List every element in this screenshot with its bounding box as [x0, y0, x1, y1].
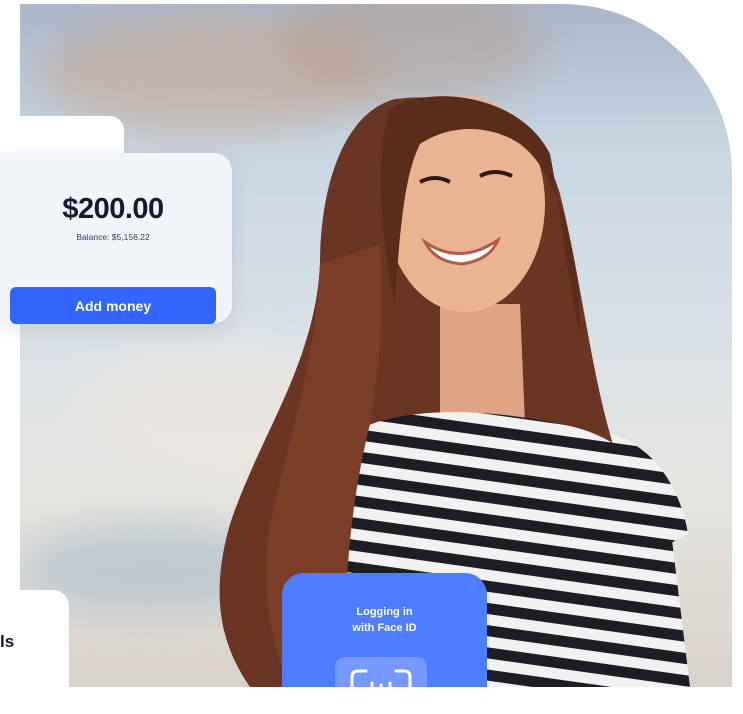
- background-card: [0, 116, 124, 156]
- partial-card-text: ls: [0, 632, 15, 651]
- face-id-title: Logging in with Face ID: [282, 604, 487, 636]
- face-id-card: Logging in with Face ID: [282, 573, 487, 687]
- face-id-scanner: [335, 657, 427, 687]
- face-id-title-line1: Logging in: [356, 606, 413, 618]
- transfer-amount: $200.00: [62, 193, 164, 225]
- face-id-title-line2: with Face ID: [352, 622, 417, 634]
- account-balance: Balance: $5,156.22: [76, 232, 150, 242]
- add-money-card: $200.00 Balance: $5,156.22 Add money: [0, 153, 232, 324]
- face-id-icon: [350, 669, 412, 687]
- add-money-button[interactable]: Add money: [10, 287, 216, 324]
- partial-card: ls: [0, 590, 69, 690]
